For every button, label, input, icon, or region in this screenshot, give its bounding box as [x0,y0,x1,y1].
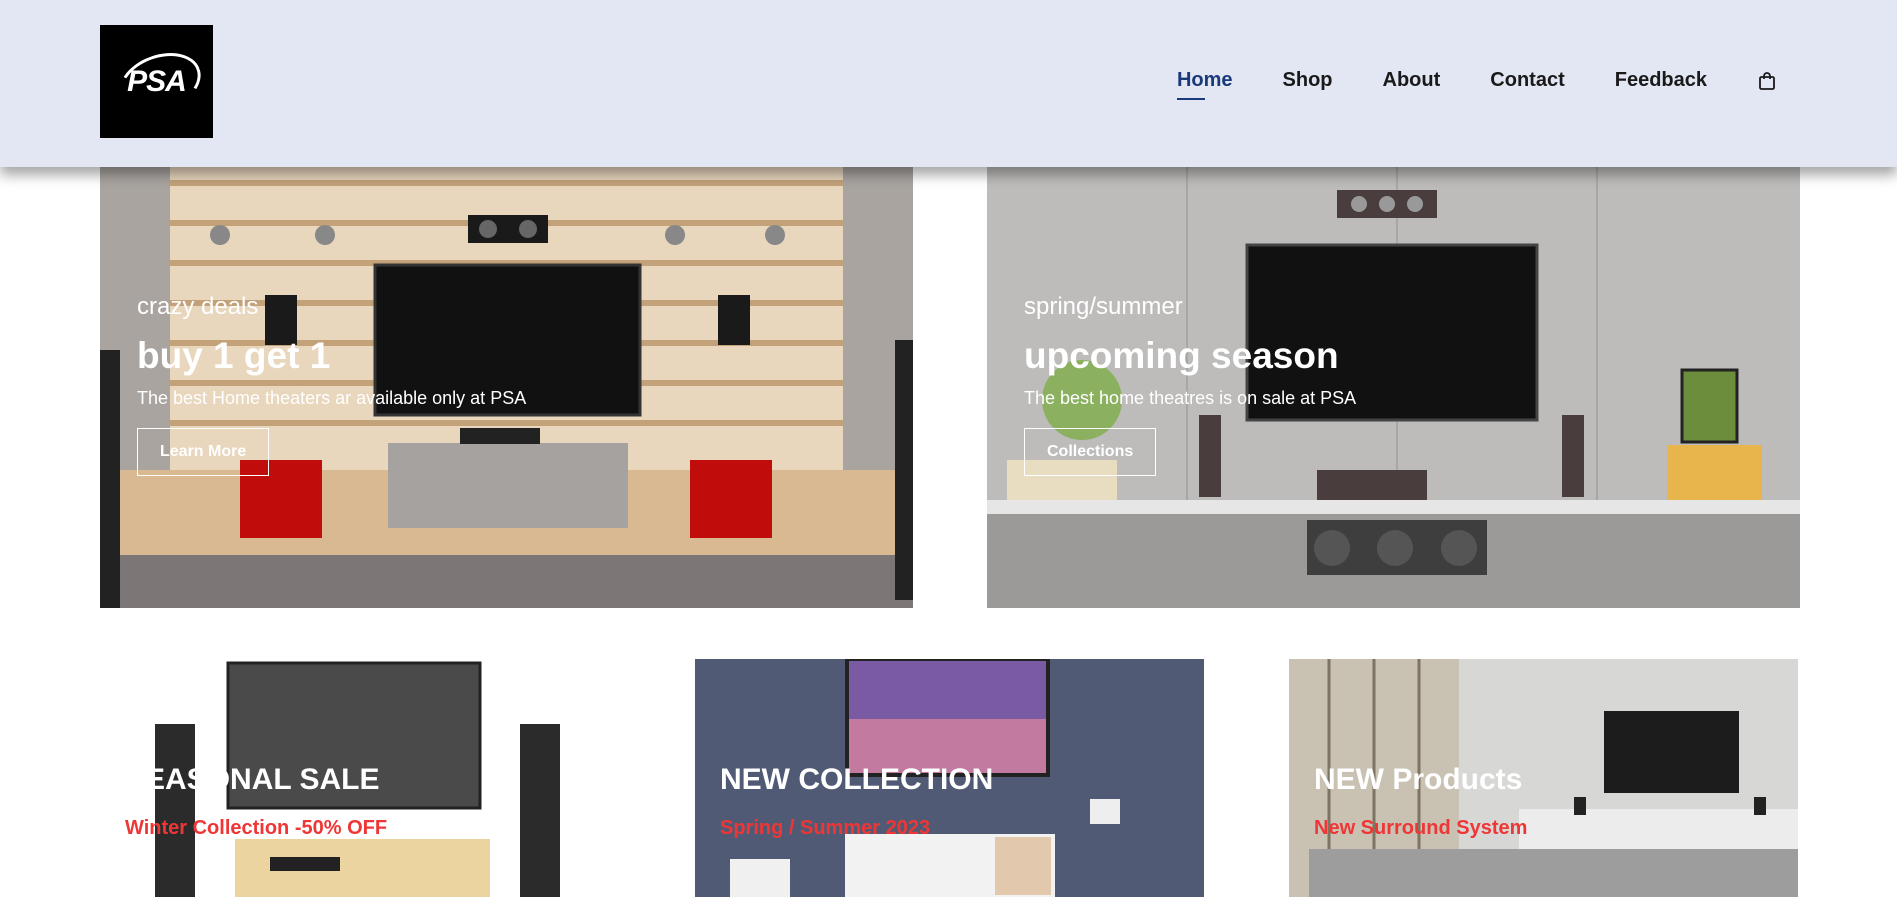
nav-home[interactable]: Home [1176,69,1233,100]
card-subtitle: Spring / Summer 2023 [720,817,931,839]
nav-contact[interactable]: Contact [1490,69,1564,92]
banner-upcoming-season: spring/summer upcoming season The best h… [987,160,1800,608]
learn-more-button[interactable]: Learn More [137,428,270,476]
banner-title: upcoming season [1024,335,1339,376]
banner-title: buy 1 get 1 [137,335,331,376]
card-subtitle: Winter Collection -50% OFF [125,817,388,839]
banner-kicker: crazy deals [137,293,259,320]
living-room-image [987,160,1800,608]
nav-shop[interactable]: Shop [1283,69,1333,92]
logo-text: PSA [127,64,187,98]
collections-button[interactable]: Collections [1024,428,1157,476]
banner-crazy-deals: crazy deals buy 1 get 1 The best Home th… [100,160,913,608]
nav-about[interactable]: About [1383,69,1441,92]
site-header: PSA Home Shop About Contact Feedback [0,0,1897,167]
psa-logo[interactable]: PSA [100,25,213,138]
card-subtitle: New Surround System [1314,817,1528,839]
home-theater-image [100,160,913,608]
main-nav: Home Shop About Contact Feedback [1127,69,1777,100]
nav-feedback[interactable]: Feedback [1615,69,1707,92]
card-new-products[interactable]: NEW Products New Surround System [1289,659,1798,897]
card-title: NEW Products [1314,763,1523,796]
card-title: NEW COLLECTION [720,763,994,796]
card-title: SEASONAL SALE [125,763,380,796]
shopping-bag-icon[interactable] [1757,71,1777,91]
banner-kicker: spring/summer [1024,293,1183,320]
banner-description: The best Home theaters ar available only… [137,388,527,408]
card-new-collection[interactable]: NEW COLLECTION Spring / Summer 2023 [695,659,1204,897]
banner-description: The best home theatres is on sale at PSA [1024,388,1357,408]
card-seasonal-sale[interactable]: SEASONAL SALE Winter Collection -50% OFF [100,659,609,897]
